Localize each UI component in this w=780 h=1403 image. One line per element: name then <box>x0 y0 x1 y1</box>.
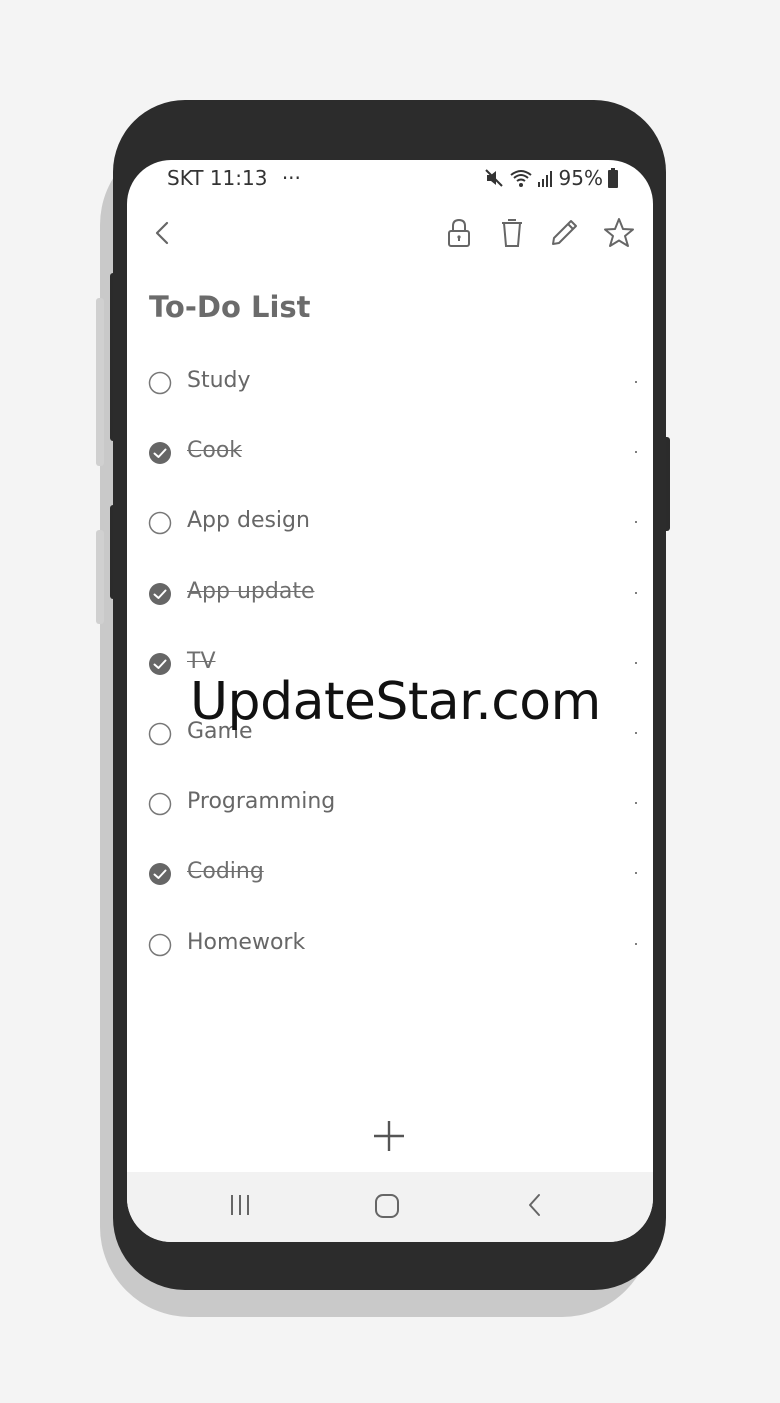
reorder-handle-icon[interactable] <box>635 381 637 383</box>
more-indicator: ··· <box>281 166 301 190</box>
signal-icon <box>537 171 552 187</box>
todo-item-label: App update <box>187 578 315 604</box>
unchecked-circle-icon[interactable] <box>148 792 172 816</box>
todo-item-label: Homework <box>187 929 306 955</box>
checked-circle-icon[interactable] <box>148 862 172 886</box>
mute-icon <box>484 169 503 187</box>
star-icon[interactable] <box>601 215 637 251</box>
todo-item-label: Study <box>187 368 251 393</box>
pencil-icon[interactable] <box>546 215 582 251</box>
carrier-time: SKT 11:13 <box>167 166 268 190</box>
note-title: To-Do List <box>149 290 311 324</box>
reorder-handle-icon[interactable] <box>635 591 637 594</box>
checked-circle-icon[interactable] <box>148 582 172 606</box>
navigation-bar <box>127 1172 653 1242</box>
todo-list: Study Cook App design App update TV Game Progr… <box>127 348 653 980</box>
watermark: UpdateStar.com <box>190 672 601 732</box>
todo-item[interactable]: App update <box>127 559 653 629</box>
reorder-handle-icon[interactable] <box>635 802 637 805</box>
status-bar: SKT 11:13 ··· 95% <box>127 166 653 194</box>
todo-item-label: Programming <box>187 789 336 815</box>
todo-item[interactable]: Cook <box>127 418 653 488</box>
todo-item[interactable]: Study <box>127 348 653 418</box>
unchecked-circle-icon[interactable] <box>148 722 172 746</box>
todo-item[interactable]: App design <box>127 488 653 558</box>
todo-item-label: Coding <box>187 859 264 885</box>
checked-circle-icon[interactable] <box>148 441 172 465</box>
side-shadow <box>96 530 104 624</box>
side-shadow <box>96 298 104 466</box>
reorder-handle-icon[interactable] <box>635 942 637 945</box>
todo-item[interactable]: Coding <box>127 839 653 909</box>
checked-circle-icon[interactable] <box>148 652 172 676</box>
trash-icon[interactable] <box>494 215 530 251</box>
reorder-handle-icon[interactable] <box>635 661 637 664</box>
add-item-icon[interactable] <box>371 1118 407 1154</box>
todo-item[interactable]: Homework <box>127 910 653 980</box>
back-icon[interactable] <box>523 1192 549 1218</box>
unchecked-circle-icon[interactable] <box>148 371 172 395</box>
reorder-handle-icon[interactable] <box>635 451 637 454</box>
unchecked-circle-icon[interactable] <box>148 933 172 957</box>
todo-item[interactable]: Programming <box>127 769 653 839</box>
todo-item-label: App design <box>187 508 310 534</box>
reorder-handle-icon[interactable] <box>635 521 637 524</box>
reorder-handle-icon[interactable] <box>635 872 637 875</box>
battery-percent: 95% <box>558 166 603 190</box>
wifi-icon <box>509 170 532 187</box>
todo-item-label: Cook <box>187 438 243 464</box>
status-right: 95% <box>483 166 619 190</box>
status-left: SKT 11:13 ··· <box>167 166 301 190</box>
back-chevron-icon[interactable] <box>145 215 181 251</box>
reorder-handle-icon[interactable] <box>635 731 637 734</box>
lock-icon[interactable] <box>441 215 477 251</box>
battery-icon <box>608 168 618 188</box>
unchecked-circle-icon[interactable] <box>148 511 172 535</box>
recents-icon[interactable] <box>227 1192 253 1218</box>
home-icon[interactable] <box>373 1192 401 1220</box>
todo-item-label: TV <box>187 648 216 674</box>
